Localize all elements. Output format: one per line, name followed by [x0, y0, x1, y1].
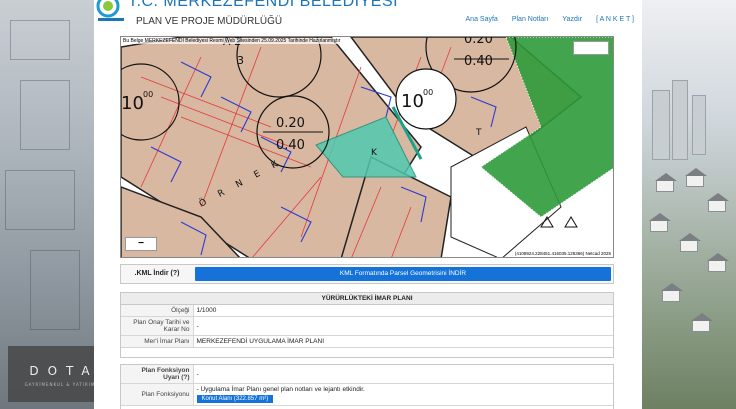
map-label-sup-1: 00: [143, 90, 153, 99]
map-label-sup-2: 00: [423, 88, 433, 97]
main-page: T.C. MERKEZEFENDİ BELEDİYESİ PLAN VE PRO…: [94, 0, 642, 409]
background-right-housing: [642, 0, 736, 409]
map-label-density-1: 0.20: [276, 116, 305, 131]
kml-download-button[interactable]: KML Formatında Parsel Geometrisini İNDİR: [195, 267, 611, 281]
function-warning-value: -: [193, 365, 613, 384]
map-notice: Bu Belge MERKEZEFENDİ Belediyesi Resmi W…: [123, 38, 341, 44]
plan-panel: YÜRÜRLÜKTEKİ İMAR PLANI Ölçeği 1/1000 Pl…: [120, 292, 614, 358]
kml-download-label[interactable]: .KML İndir (?): [121, 265, 193, 283]
map-label-density-1b: 0.40: [276, 138, 305, 153]
map-canvas[interactable]: A-2 3 0.20 0.40 0.20 0.40 10 00 10 00 K …: [121, 37, 614, 258]
nav-plan-notes[interactable]: Plan Notları: [512, 16, 549, 23]
nav-home[interactable]: Ana Sayfa: [466, 16, 498, 23]
map-coordinates: (4108924.228451.416035.126366) Netcad 20…: [514, 251, 611, 256]
site-subtitle: PLAN VE PROJE MÜDÜRLÜĞÜ: [136, 16, 283, 27]
map-label-three: 3: [237, 54, 244, 67]
function-table: Plan Fonksiyon Uyarı (?) - Plan Fonksiyo…: [121, 365, 613, 406]
plan-row-label: Mer'i İmar Planı: [121, 335, 194, 348]
function-label: Plan Fonksiyonu: [121, 383, 194, 406]
nav-survey[interactable]: [ A N K E T ]: [596, 16, 634, 23]
plan-row-value: 1/1000: [193, 305, 613, 317]
plan-row-label: Ölçeği: [121, 305, 194, 317]
zoom-out-button[interactable]: −: [125, 237, 157, 251]
function-panel: Plan Fonksiyon Uyarı (?) - Plan Fonksiyo…: [120, 364, 614, 409]
table-row: Plan Onay Tarihi ve Karar No -: [121, 316, 613, 336]
function-warning-label: Plan Fonksiyon Uyarı (?): [121, 365, 194, 384]
table-row: Mer'i İmar Planı MERKEZEFENDİ UYGULAMA İ…: [121, 335, 613, 348]
plan-panel-title: YÜRÜRLÜKTEKİ İMAR PLANI: [121, 293, 613, 305]
plan-row-value: -: [193, 316, 613, 336]
table-row: Plan Fonksiyonu - Uygulama İmar Planı ge…: [121, 383, 613, 406]
top-nav: Ana Sayfa Plan Notları Yazdır [ A N K E …: [466, 16, 634, 23]
map-label-t: T: [475, 128, 482, 138]
map-label-density-2: 0.20: [464, 37, 493, 47]
plan-table: Ölçeği 1/1000 Plan Onay Tarihi ve Karar …: [121, 305, 613, 348]
map-label-height-1: 10: [121, 93, 144, 114]
function-badge: Konut Alanı (322.857 m²): [196, 395, 274, 403]
function-note: - Uygulama İmar Planı genel plan notları…: [196, 386, 365, 393]
function-value: - Uygulama İmar Planı genel plan notları…: [193, 383, 613, 406]
zoning-map[interactable]: A-2 3 0.20 0.40 0.20 0.40 10 00 10 00 K …: [120, 36, 614, 258]
plan-row-label: Plan Onay Tarihi ve Karar No: [121, 316, 194, 336]
map-label-height-2: 10: [401, 91, 424, 112]
table-row: Plan Fonksiyon Uyarı (?) -: [121, 365, 613, 384]
layer-toggle-button[interactable]: [573, 41, 609, 55]
plan-row-value: MERKEZEFENDİ UYGULAMA İMAR PLANI: [193, 335, 613, 348]
map-label-density-2b: 0.40: [464, 54, 493, 69]
kml-row: .KML İndir (?) KML Formatında Parsel Geo…: [120, 264, 614, 284]
site-title: T.C. MERKEZEFENDİ BELEDİYESİ: [128, 0, 399, 10]
municipality-logo-icon[interactable]: [94, 0, 130, 24]
site-header: T.C. MERKEZEFENDİ BELEDİYESİ PLAN VE PRO…: [94, 0, 642, 36]
nav-print[interactable]: Yazdır: [562, 16, 582, 23]
table-row: Ölçeği 1/1000: [121, 305, 613, 317]
